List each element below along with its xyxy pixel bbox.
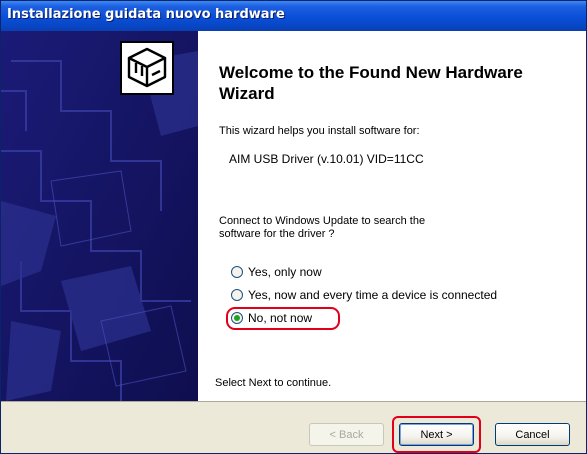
hardware-wizard-icon — [120, 41, 174, 95]
window-title: Installazione guidata nuovo hardware — [7, 7, 285, 22]
footer-instruction: Select Next to continue. — [215, 377, 332, 389]
radio-option-yes-every-time[interactable]: Yes, now and every time a device is conn… — [231, 287, 497, 303]
radio-label: Yes, now and every time a device is conn… — [248, 288, 498, 302]
wizard-heading: Welcome to the Found New Hardware Wizard — [219, 63, 523, 103]
intro-text: This wizard helps you install software f… — [219, 125, 420, 137]
radio-button[interactable] — [231, 289, 243, 301]
title-bar[interactable]: Installazione guidata nuovo hardware — [1, 1, 586, 31]
back-button[interactable]: < Back — [309, 423, 384, 446]
wizard-content: Welcome to the Found New Hardware Wizard… — [198, 31, 586, 401]
question-line-2: software for the driver ? — [219, 228, 335, 240]
cancel-button[interactable]: Cancel — [495, 423, 570, 446]
radio-button[interactable] — [231, 266, 243, 278]
button-bar: < Back Next > Cancel — [1, 401, 586, 453]
wizard-sidebar-banner — [1, 31, 198, 401]
highlight-annotation — [226, 307, 340, 330]
question-line-1: Connect to Windows Update to search the — [219, 215, 426, 227]
wizard-window: Installazione guidata nuovo hardware Wel… — [0, 0, 587, 454]
radio-option-yes-only-now[interactable]: Yes, only now — [231, 264, 322, 280]
device-name: AIM USB Driver (v.10.01) VID=11CC — [229, 152, 424, 166]
next-highlight-annotation — [392, 416, 481, 453]
radio-label: Yes, only now — [248, 265, 322, 279]
